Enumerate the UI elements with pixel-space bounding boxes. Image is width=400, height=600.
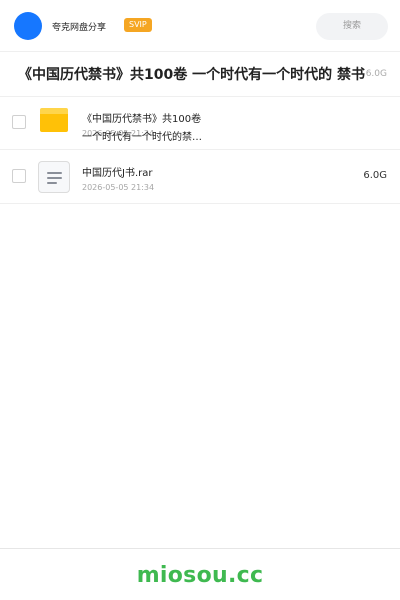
row-checkbox[interactable] bbox=[12, 115, 26, 129]
document-icon bbox=[38, 161, 70, 193]
folder-icon bbox=[40, 108, 68, 132]
share-total-size: 6.0G bbox=[365, 69, 387, 79]
share-title-bar: 6.0G 《中国历代禁书》共100卷 一个时代有一个时代的 禁书 bbox=[0, 52, 400, 97]
brand-name: 夸克网盘分享 bbox=[52, 23, 107, 33]
file-row-archive[interactable]: 中国历代J书.rar 2026-05-05 21:34 6.0G bbox=[0, 150, 400, 204]
row-checkbox[interactable] bbox=[12, 169, 26, 183]
file-row-folder[interactable]: 2026-05-05 21:34 《中国历代禁书》共100卷 一个时代有一个时代… bbox=[0, 97, 400, 150]
avatar[interactable] bbox=[14, 12, 42, 40]
file-name[interactable]: 中国历代J书.rar bbox=[82, 167, 152, 180]
svip-badge: SVIP bbox=[124, 18, 152, 32]
header-bar: 夸克网盘分享 SVIP 搜索 bbox=[0, 0, 400, 52]
file-name[interactable]: 《中国历代禁书》共100卷 bbox=[82, 113, 201, 126]
footer: miosou.cc bbox=[0, 548, 400, 600]
search-button[interactable]: 搜索 bbox=[316, 13, 388, 40]
file-size: 6.0G bbox=[363, 170, 387, 181]
file-date: 2026-05-05 21:34 bbox=[82, 183, 155, 192]
file-name-continued[interactable]: 一个时代有一个时代的禁… bbox=[82, 131, 202, 144]
page-title: 《中国历代禁书》共100卷 一个时代有一个时代的 禁书 bbox=[18, 67, 365, 83]
footer-logo[interactable]: miosou.cc bbox=[0, 563, 400, 588]
